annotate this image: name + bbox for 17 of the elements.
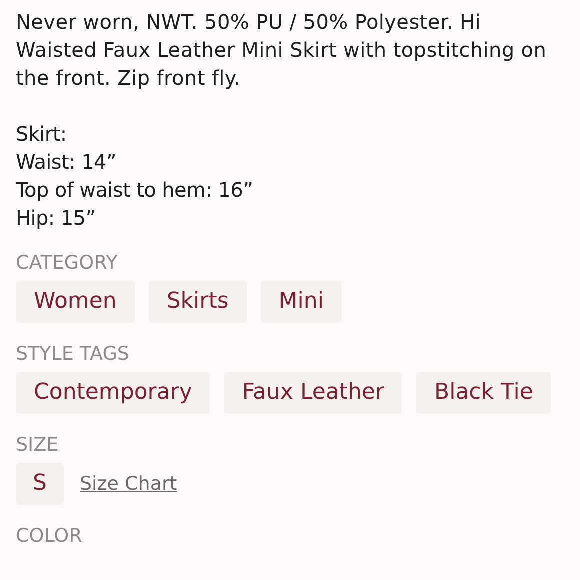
tag-chip[interactable]: Skirts	[148, 281, 247, 323]
section-heading: STYLE TAGS	[16, 343, 130, 365]
tag-chip[interactable]: Faux Leather	[224, 372, 402, 414]
size-chart-link[interactable]: Size Chart	[80, 473, 178, 495]
section-heading: SIZE	[16, 434, 60, 456]
tag-chip[interactable]: Contemporary	[16, 372, 210, 414]
tag-chip[interactable]: Women	[16, 281, 135, 323]
size-chip[interactable]: S	[16, 463, 64, 505]
section-heading: COLOR	[16, 525, 84, 547]
measurement-text: Top of waist to hem: 16”	[16, 177, 254, 204]
tag-chip[interactable]: Mini	[260, 281, 342, 323]
tag-chip[interactable]: Black Tie	[416, 372, 552, 414]
measurement-text: Hip: 15”	[16, 205, 97, 232]
description-text: Never worn, NWT. 50% PU / 50% Polyester. Hi Waisted Faux Leather Mini Skirt with topstitching on the front. Zip front fly.	[16, 9, 548, 92]
section-heading: CATEGORY	[16, 252, 119, 274]
measurement-text: Waist: 14”	[16, 149, 118, 176]
measurement-text: Skirt:	[16, 121, 68, 148]
